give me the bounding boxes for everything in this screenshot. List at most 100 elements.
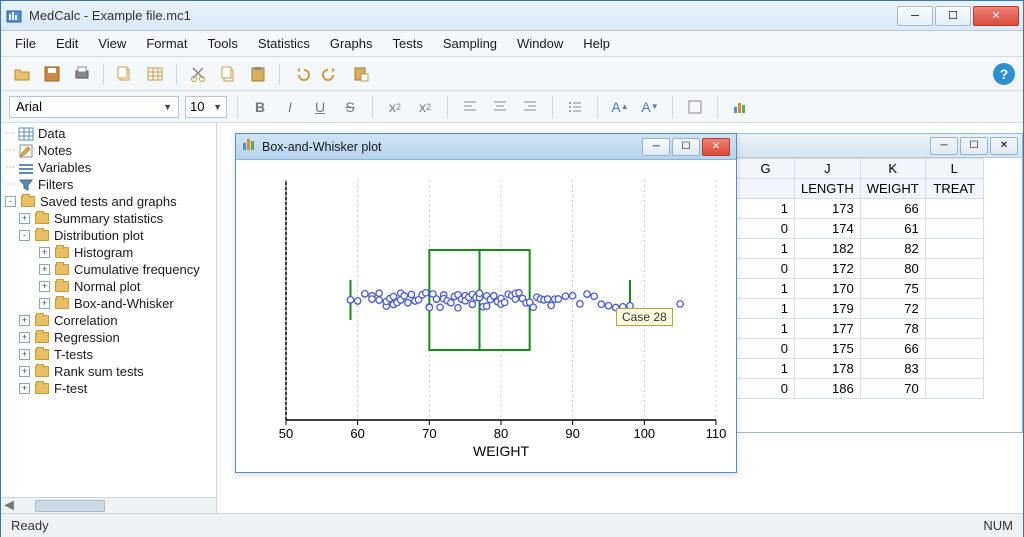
tree-item[interactable]: ⋯Filters [1, 176, 216, 193]
cell[interactable]: 177 [795, 319, 861, 339]
cell[interactable] [925, 299, 983, 319]
cell[interactable]: 82 [860, 239, 925, 259]
cell[interactable]: 1 [737, 299, 795, 319]
copy-sheet-icon[interactable] [112, 61, 138, 87]
align-right-icon[interactable] [518, 95, 542, 119]
tree-item[interactable]: +Rank sum tests [1, 363, 216, 380]
tree-item[interactable]: +Correlation [1, 312, 216, 329]
font-selector[interactable]: Arial▼ [9, 96, 179, 118]
cell[interactable]: 1 [737, 239, 795, 259]
cell[interactable]: 72 [860, 299, 925, 319]
cut-icon[interactable] [185, 61, 211, 87]
table-row[interactable]: 017566 [737, 339, 984, 359]
table-row[interactable]: 117883 [737, 359, 984, 379]
tree-item[interactable]: +Normal plot [1, 278, 216, 295]
cell[interactable]: 0 [737, 339, 795, 359]
italic-button[interactable]: I [278, 95, 302, 119]
menu-graphs[interactable]: Graphs [322, 33, 381, 54]
bold-button[interactable]: B [248, 95, 272, 119]
cell[interactable]: 66 [860, 199, 925, 219]
cell[interactable]: 1 [737, 199, 795, 219]
cell[interactable]: 80 [860, 259, 925, 279]
cell[interactable]: 178 [795, 359, 861, 379]
cell[interactable]: 186 [795, 379, 861, 399]
cell[interactable]: 78 [860, 319, 925, 339]
tree-expander[interactable]: - [19, 230, 30, 241]
plot-window[interactable]: Box-and-Whisker plot ─ ☐ ✕ 5060708090100… [235, 133, 737, 473]
paste-icon[interactable] [245, 61, 271, 87]
redo-icon[interactable] [318, 61, 344, 87]
tree-item[interactable]: ⋯Variables [1, 159, 216, 176]
tree-expander[interactable]: + [19, 349, 30, 360]
col-letter[interactable]: J [795, 159, 861, 179]
cell[interactable]: 179 [795, 299, 861, 319]
cell[interactable]: 172 [795, 259, 861, 279]
plot-area[interactable]: 5060708090100110WEIGHT Case 28 [236, 160, 736, 472]
table-row[interactable]: 017461 [737, 219, 984, 239]
strike-button[interactable]: S [338, 95, 362, 119]
cell[interactable] [925, 339, 983, 359]
menu-statistics[interactable]: Statistics [250, 33, 318, 54]
font-shrink-icon[interactable]: A▼ [638, 95, 662, 119]
spreadsheet-window[interactable]: ─ ☐ ✕ GJKLLENGTHWEIGHTTREAT1173660174611… [735, 133, 1023, 433]
sheet-close-button[interactable]: ✕ [990, 137, 1018, 155]
cell[interactable] [925, 319, 983, 339]
cell[interactable]: 0 [737, 219, 795, 239]
undo-icon[interactable] [288, 61, 314, 87]
plot-close-button[interactable]: ✕ [702, 138, 730, 156]
tree-expander[interactable]: + [39, 298, 50, 309]
cell[interactable]: 175 [795, 339, 861, 359]
tree-expander[interactable]: + [19, 332, 30, 343]
tree-item[interactable]: -Saved tests and graphs [1, 193, 216, 210]
col-header[interactable]: TREAT [925, 179, 983, 199]
plot-minimize-button[interactable]: ─ [642, 138, 670, 156]
minimize-button[interactable]: ─ [897, 6, 933, 26]
tree-expander[interactable]: + [19, 315, 30, 326]
underline-button[interactable]: U [308, 95, 332, 119]
border-icon[interactable] [683, 95, 707, 119]
menu-window[interactable]: Window [509, 33, 571, 54]
tree-item[interactable]: ⋯Notes [1, 142, 216, 159]
plot-titlebar[interactable]: Box-and-Whisker plot ─ ☐ ✕ [236, 134, 736, 160]
tree-expander[interactable]: - [5, 196, 16, 207]
table-row[interactable]: 117075 [737, 279, 984, 299]
horizontal-scrollbar[interactable]: ◄ [1, 497, 216, 513]
tree-item[interactable]: +Cumulative frequency [1, 261, 216, 278]
scrollbar-thumb[interactable] [35, 500, 105, 512]
tree-expander[interactable]: + [39, 247, 50, 258]
tree-item[interactable]: +T-tests [1, 346, 216, 363]
cell[interactable]: 75 [860, 279, 925, 299]
tree-expander[interactable]: + [39, 281, 50, 292]
cell[interactable]: 70 [860, 379, 925, 399]
cell[interactable]: 0 [737, 259, 795, 279]
help-icon[interactable]: ? [993, 63, 1015, 85]
col-letter[interactable]: G [737, 159, 795, 179]
spreadsheet-titlebar[interactable]: ─ ☐ ✕ [736, 134, 1022, 158]
cell[interactable] [925, 279, 983, 299]
col-header[interactable]: WEIGHT [860, 179, 925, 199]
menu-help[interactable]: Help [575, 33, 618, 54]
copy-icon[interactable] [215, 61, 241, 87]
cell[interactable]: 0 [737, 379, 795, 399]
tree-item[interactable]: +Summary statistics [1, 210, 216, 227]
cell[interactable]: 170 [795, 279, 861, 299]
print-icon[interactable] [69, 61, 95, 87]
save-icon[interactable] [39, 61, 65, 87]
tree-item[interactable]: ⋯Data [1, 125, 216, 142]
tree-item[interactable]: +F-test [1, 380, 216, 397]
cell[interactable]: 61 [860, 219, 925, 239]
tree-expander[interactable]: + [19, 383, 30, 394]
cell[interactable]: 1 [737, 319, 795, 339]
cell[interactable]: 83 [860, 359, 925, 379]
col-header[interactable]: LENGTH [795, 179, 861, 199]
font-size-selector[interactable]: 10▼ [185, 96, 227, 118]
maximize-button[interactable]: ☐ [935, 6, 971, 26]
cell[interactable]: 1 [737, 359, 795, 379]
close-button[interactable]: ✕ [973, 6, 1019, 26]
table-row[interactable]: 118282 [737, 239, 984, 259]
tree[interactable]: ⋯Data⋯Notes⋯Variables⋯Filters-Saved test… [1, 123, 216, 513]
table-row[interactable]: 117778 [737, 319, 984, 339]
table-row[interactable]: 117366 [737, 199, 984, 219]
sheet-maximize-button[interactable]: ☐ [960, 137, 988, 155]
spreadsheet-table[interactable]: GJKLLENGTHWEIGHTTREAT1173660174611182820… [736, 158, 984, 399]
